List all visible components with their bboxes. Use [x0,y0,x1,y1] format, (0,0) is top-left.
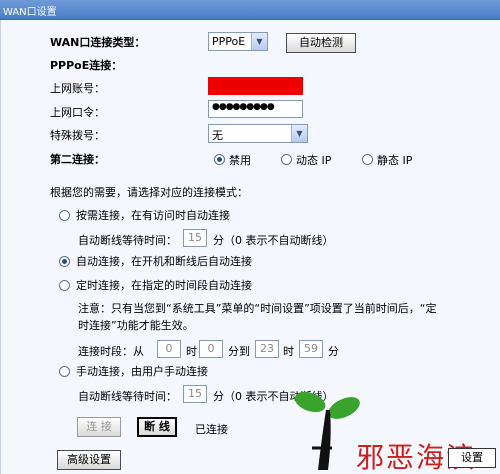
auto-connect-label: 自动连接，在开机和断线后自动连接 [76,255,252,268]
on-demand-radio[interactable] [59,210,70,221]
idle-time-label-2: 自动断线等待时间： [78,390,177,403]
chevron-down-icon: ▼ [251,33,267,50]
chevron-down-icon: ▼ [291,125,307,142]
from-hour-input[interactable]: 0 [157,340,181,358]
on-demand-label: 按需连接，在有访问时自动连接 [76,209,230,222]
window-titlebar: WAN口设置 [0,0,500,20]
connection-status: 已连接 [195,423,228,436]
auto-connect-radio[interactable] [59,256,70,267]
idle-time-unit-1: 分（0 表示不自动断线） [213,234,334,247]
hour-text-1: 时 [186,345,197,358]
second-dynamic-ip-label: 动态 IP [296,154,332,167]
minute-text: 分 [328,345,339,358]
watermark-stamp: 设置 [448,448,496,468]
special-dial-select[interactable]: 无 ▼ [208,124,308,143]
second-static-ip-label: 静态 IP [377,154,413,167]
to-hour-input[interactable]: 23 [255,340,279,358]
account-input[interactable] [208,77,303,95]
timed-note-line1: 注意：只有当您到“系统工具”菜单的“时间设置”项设置了当前时间后，“定 [78,302,437,315]
hour-text-2: 时 [283,345,294,358]
wan-type-value: PPPoE [212,35,246,48]
manual-connect-radio[interactable] [59,366,70,377]
password-label: 上网口令： [50,106,105,119]
period-label: 连接时段：从 [78,345,144,358]
second-static-ip-radio[interactable] [362,154,373,165]
idle-time-label-1: 自动断线等待时间： [78,234,177,247]
to-text: 分到 [228,345,250,358]
second-dynamic-ip-radio[interactable] [281,154,292,165]
second-connection-label: 第二连接： [50,153,105,166]
password-input[interactable]: ●●●●●●●●● [208,100,303,118]
advanced-settings-button[interactable]: 高级设置 [57,450,121,470]
special-dial-value: 无 [212,129,223,142]
manual-connect-label: 手动连接，由用户手动连接 [76,365,208,378]
auto-detect-button[interactable]: 自动检测 [286,33,356,53]
sprout-logo-icon [294,391,360,470]
timed-note-line2: 时连接”功能才能生效。 [78,319,194,332]
special-dial-label: 特殊拨号： [50,129,105,142]
wan-type-select[interactable]: PPPoE ▼ [208,32,268,51]
account-label: 上网账号： [50,82,105,95]
second-disabled-radio[interactable] [214,154,225,165]
disconnect-button[interactable]: 断 线 [137,417,177,437]
wan-type-label: WAN口连接类型： [50,36,146,49]
to-minute-input[interactable]: 59 [299,340,323,358]
timed-connect-label: 定时连接，在指定的时间段自动连接 [76,279,252,292]
idle-time-input-2[interactable]: 15 [183,385,207,403]
connect-button[interactable]: 连 接 [77,417,121,437]
mode-intro: 根据您的需要，请选择对应的连接模式： [50,186,248,199]
timed-connect-radio[interactable] [59,280,70,291]
from-minute-input[interactable]: 0 [199,340,223,358]
window-title: WAN口设置 [3,7,57,18]
idle-time-input-1[interactable]: 15 [183,229,207,247]
pppoe-section-title: PPPoE连接： [50,59,123,72]
second-disabled-label: 禁用 [229,154,251,167]
